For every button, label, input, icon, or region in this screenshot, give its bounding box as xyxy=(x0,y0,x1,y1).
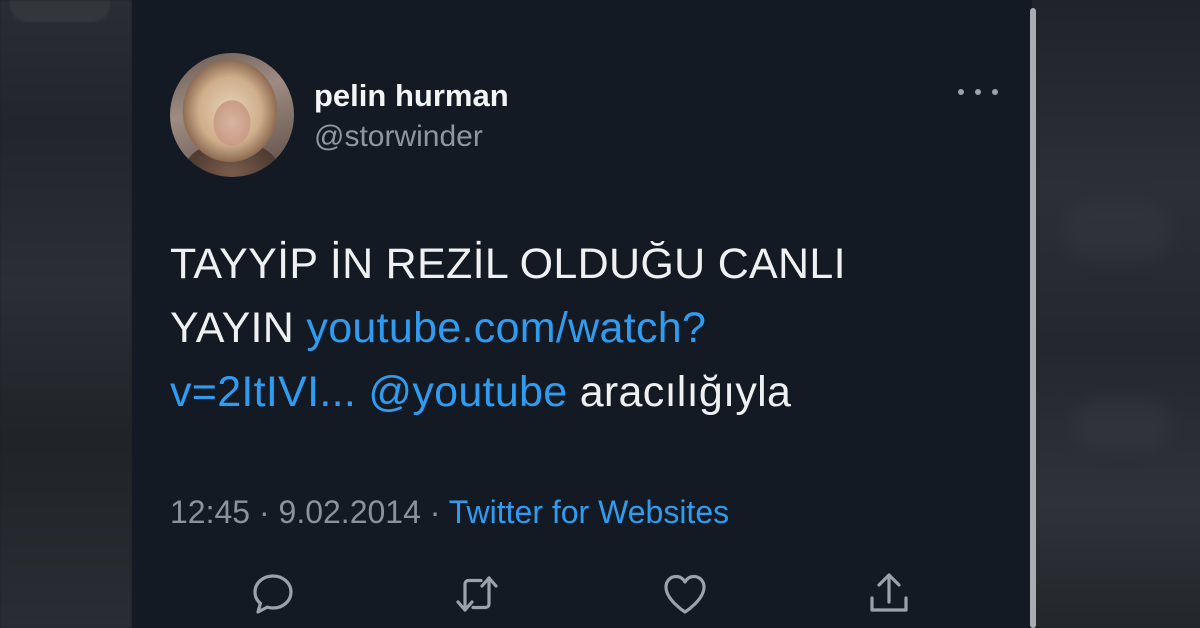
meta-separator: · xyxy=(258,494,270,530)
retweet-button[interactable] xyxy=(452,568,502,620)
screenshot-stage: pelin hurman @storwinder TAYYİP İN REZİL… xyxy=(0,0,1200,628)
youtube-link[interactable]: youtube.com/watch? xyxy=(306,304,706,352)
tweet-time[interactable]: 12:45 xyxy=(170,494,250,530)
tweet-card: pelin hurman @storwinder TAYYİP İN REZİL… xyxy=(132,0,1032,628)
dot xyxy=(975,89,981,95)
tweet-text-line-2: YAYIN youtube.com/watch? xyxy=(170,296,970,360)
meta-separator: · xyxy=(429,494,441,530)
tweet-actions xyxy=(132,568,1032,628)
share-button[interactable] xyxy=(864,568,914,620)
youtube-link-continued[interactable]: v=2ItIVI... xyxy=(170,368,356,416)
retweet-icon xyxy=(456,576,498,612)
youtube-mention[interactable]: @youtube xyxy=(368,368,567,416)
blurred-background-left xyxy=(0,0,132,628)
share-icon xyxy=(870,573,908,612)
tweet-source[interactable]: Twitter for Websites xyxy=(449,494,729,530)
tweet-text-suffix: aracılığıyla xyxy=(567,368,792,416)
tweet-date[interactable]: 9.02.2014 xyxy=(279,494,421,530)
tweet-text-line-3: v=2ItIVI... @youtube aracılığıyla xyxy=(170,360,970,424)
display-name[interactable]: pelin hurman xyxy=(314,78,509,114)
reply-button[interactable] xyxy=(248,568,298,620)
avatar[interactable] xyxy=(170,53,294,177)
tweet-text: TAYYİP İN REZİL OLDUĞU CANLI YAYIN youtu… xyxy=(170,232,970,424)
tweet-text-line-1: TAYYİP İN REZİL OLDUĞU CANLI xyxy=(170,240,846,288)
heart-icon xyxy=(664,574,706,614)
more-options-icon[interactable] xyxy=(958,80,998,104)
reply-icon xyxy=(253,574,293,614)
like-button[interactable] xyxy=(660,568,710,620)
user-handle[interactable]: @storwinder xyxy=(314,120,483,154)
dot xyxy=(992,89,998,95)
tweet-text-plain: YAYIN xyxy=(170,304,307,352)
tweet-meta: 12:45 · 9.02.2014 · Twitter for Websites xyxy=(170,494,729,531)
card-edge xyxy=(1030,8,1036,628)
dot xyxy=(958,89,964,95)
blurred-background-right xyxy=(1032,0,1200,628)
